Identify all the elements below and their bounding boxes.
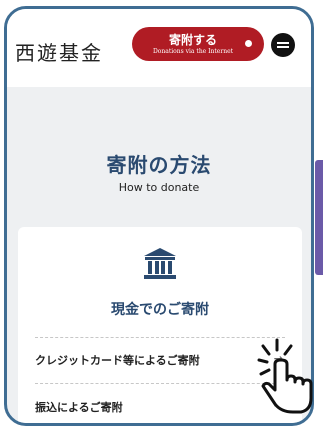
dot-icon	[245, 40, 252, 47]
donate-button[interactable]: 寄附する Donations via the Internet	[132, 27, 264, 61]
donate-button-label: 寄附する	[168, 33, 217, 47]
method-label: 振込によるご寄附	[35, 401, 123, 414]
arrow-right-icon: →	[273, 399, 283, 412]
cash-donation-card: 現金でのご寄附 クレジットカード等によるご寄附 → 振込によるご寄附 →	[18, 227, 302, 423]
section-title: 寄附の方法	[106, 153, 212, 177]
method-label: クレジットカード等によるご寄附	[35, 354, 200, 367]
section-subtitle: How to donate	[118, 181, 200, 194]
divider	[35, 383, 285, 384]
bank-icon	[144, 248, 176, 279]
card-title: 現金でのご寄附	[111, 302, 209, 318]
menu-icon[interactable]	[271, 33, 295, 57]
site-header: 西遊基金 寄附する Donations via the Internet	[7, 9, 311, 87]
bank-transfer-donation-link[interactable]: 振込によるご寄附 →	[35, 399, 285, 421]
credit-card-donation-link[interactable]: クレジットカード等によるご寄附 →	[35, 352, 285, 374]
phone-frame: 西遊基金 寄附する Donations via the Internet 寄附の…	[4, 6, 314, 426]
site-logo[interactable]: 西遊基金	[15, 37, 103, 66]
side-tab[interactable]	[315, 160, 323, 275]
arrow-right-icon: →	[273, 352, 283, 365]
donate-button-sublabel: Donations via the Internet	[152, 48, 234, 55]
divider	[35, 337, 285, 338]
